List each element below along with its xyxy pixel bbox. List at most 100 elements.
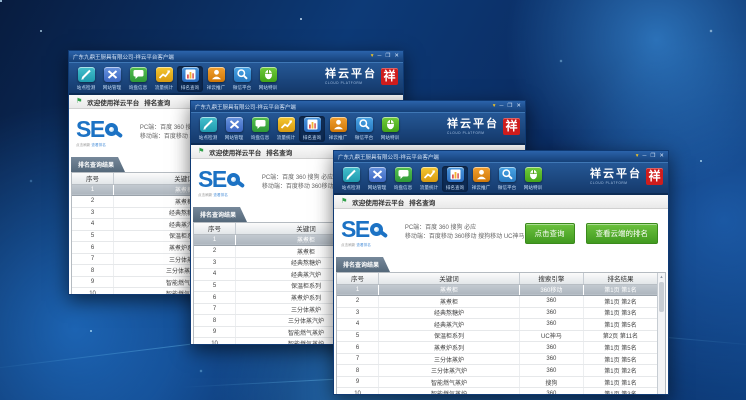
toolbar-item-inquiry-message[interactable]: 询盘信息 [247,116,273,142]
traffic-stats-icon [278,117,295,132]
toolbar-item-traffic-stats[interactable]: 流量统计 [151,66,177,92]
skin-menu-icon[interactable]: ▾ [371,54,374,60]
scroll-up-icon[interactable]: ▲ [660,273,664,281]
table-cell: 第1页 第5名 [583,319,657,331]
traffic-stats-icon [421,167,438,182]
toolbar-item-traffic-stats[interactable]: 流量统计 [416,166,442,192]
toolbar-item-inquiry-message[interactable]: 询盘信息 [390,166,416,192]
close-button[interactable]: ✕ [659,154,664,160]
table-row[interactable]: 3经典熬糖炉360第1页 第3名 [337,307,657,319]
tab-rank-results[interactable]: 排名查询结果 [193,207,247,222]
seo-caption: 点击刷新 查看排名 [76,142,126,147]
flag-icon: ⚑ [341,198,347,205]
toolbar-item-site-training[interactable]: 网站特训 [520,166,546,192]
toolbar-item-inquiry-message[interactable]: 询盘信息 [125,66,151,92]
toolbar-item-wechat-platform[interactable]: 微信平台 [351,116,377,142]
site-manage-icon [369,167,386,182]
toolbar-item-promotion[interactable]: 祥云推广 [325,116,351,142]
table-cell: 第1页 第5名 [583,353,657,365]
search-engines-info: PC端：百度 360 搜狗 必应 移动端：百度移动 360移动 搜狗移动 UC神… [405,224,525,243]
toolbar-item-site-check[interactable]: 站点检测 [73,66,99,92]
main-toolbar: 站点检测网站管理询盘信息流量统计排名查询祥云推广微信平台网站特训 祥云平台 CL… [191,112,525,145]
welcome-text: 欢迎使用祥云平台 [352,197,404,207]
toolbar-item-wechat-platform[interactable]: 微信平台 [229,66,255,92]
table-row[interactable]: 7三分体蒸炉360第1页 第5名 [337,353,657,365]
toolbar-item-promotion[interactable]: 祥云推广 [468,166,494,192]
table-row[interactable]: 1蒸煮柜360移动第1页 第1名 [337,284,657,296]
seo-caption: 点击刷新 查看排名 [341,242,391,247]
toolbar-item-wechat-platform[interactable]: 微信平台 [494,166,520,192]
table-cell: 10 [72,288,114,295]
toolbar-item-rank-query[interactable]: 排名查询 [177,66,203,92]
magnifier-icon [227,173,240,186]
table-cell: 3 [337,307,379,319]
minimize-button[interactable]: ─ [378,54,382,60]
seo-header: SE 点击刷新 查看排名 PC端：百度 360 搜狗 必应 移动端：百度移动 3… [334,209,668,254]
table-row[interactable]: 2蒸煮柜360第1页 第2名 [337,296,657,308]
table-cell: 1 [194,234,236,246]
table-cell: 1 [337,284,379,296]
section-title: 排名查询 [409,197,435,207]
toolbar-item-site-training[interactable]: 网站特训 [377,116,403,142]
toolbar-item-label: 排名查询 [444,184,466,190]
toolbar-item-site-check[interactable]: 站点检测 [195,116,221,142]
table-cell: 智能燃气蒸炉 [379,376,520,388]
table-row[interactable]: 8三分体蒸汽炉360第1页 第2名 [337,365,657,377]
toolbar-item-label: 祥云推广 [327,134,349,140]
window-title: 广东九鼎王厨具有限公司-祥云平台客户端 [195,103,296,111]
welcome-bar: ⚑ 欢迎使用祥云平台 排名查询 [334,195,668,209]
toolbar-item-site-manage[interactable]: 网站管理 [99,66,125,92]
table-cell: 8 [194,315,236,327]
table-cell: 360 [519,353,583,365]
toolbar-item-traffic-stats[interactable]: 流量统计 [273,116,299,142]
tab-rank-results[interactable]: 排名查询结果 [71,157,125,172]
seo-logo: SE 点击刷新 查看排名 [341,218,397,248]
window-titlebar[interactable]: 广东九鼎王厨具有限公司-祥云平台客户端 ▾ ─ ❐ ✕ [191,101,525,112]
minimize-button[interactable]: ─ [500,104,504,110]
minimize-button[interactable]: ─ [643,154,647,160]
table-cell: 三分体蒸汽炉 [379,365,520,377]
brand-subtitle: CLOUD PLATFORM [447,131,499,135]
table-cell: 4 [194,269,236,281]
table-cell: 5 [194,280,236,292]
flag-icon: ⚑ [76,98,82,105]
table-row[interactable]: 10智能燃气蒸炉360第1页 第3名 [337,388,657,395]
window-titlebar[interactable]: 广东九鼎王厨具有限公司-祥云平台客户端 ▾ ─ ❐ ✕ [69,51,403,62]
maximize-button[interactable]: ❐ [507,104,512,110]
table-scrollbar[interactable]: ▲ [657,273,665,395]
cloud-rank-button[interactable]: 查看云端的排名 [586,223,659,244]
brand-subtitle: CLOUD PLATFORM [325,81,377,85]
toolbar-item-site-check[interactable]: 站点检测 [338,166,364,192]
table-cell: 第2页 第11名 [583,330,657,342]
skin-menu-icon[interactable]: ▾ [493,104,496,110]
tab-rank-results[interactable]: 排名查询结果 [336,257,390,272]
toolbar-item-site-training[interactable]: 网站特训 [255,66,281,92]
toolbar-item-promotion[interactable]: 祥云推广 [203,66,229,92]
table-row[interactable]: 9智能燃气蒸炉搜狗第1页 第1名 [337,376,657,388]
query-button[interactable]: 点击查询 [525,223,575,244]
toolbar-item-rank-query[interactable]: 排名查询 [299,116,325,142]
close-button[interactable]: ✕ [394,54,399,60]
window-titlebar[interactable]: 广东九鼎王厨具有限公司-祥云平台客户端 ▾ ─ ❐ ✕ [334,151,668,162]
table-row[interactable]: 6蒸煮炉系列360第1页 第5名 [337,342,657,354]
skin-menu-icon[interactable]: ▾ [636,154,639,160]
toolbar-item-label: 微信平台 [496,184,518,190]
toolbar-item-rank-query[interactable]: 排名查询 [442,166,468,192]
toolbar-item-site-manage[interactable]: 网站管理 [221,116,247,142]
rank-query-icon [182,67,199,82]
maximize-button[interactable]: ❐ [385,54,390,60]
table-cell: 6 [337,342,379,354]
scrollbar-thumb[interactable] [659,282,664,312]
brand-text: 祥云平台 CLOUD PLATFORM [590,169,642,185]
rank-query-icon [447,167,464,182]
maximize-button[interactable]: ❐ [650,154,655,160]
toolbar-item-site-manage[interactable]: 网站管理 [364,166,390,192]
brand-text: 祥云平台 CLOUD PLATFORM [325,69,377,85]
table-cell: 4 [337,319,379,331]
toolbar-item-label: 网站管理 [366,184,388,190]
table-cell: 蒸煮柜 [379,284,520,296]
seo-logo-text: SE [341,218,369,240]
table-row[interactable]: 5保温柜系列UC神马第2页 第11名 [337,330,657,342]
table-row[interactable]: 4经典蒸汽炉360第1页 第5名 [337,319,657,331]
close-button[interactable]: ✕ [516,104,521,110]
